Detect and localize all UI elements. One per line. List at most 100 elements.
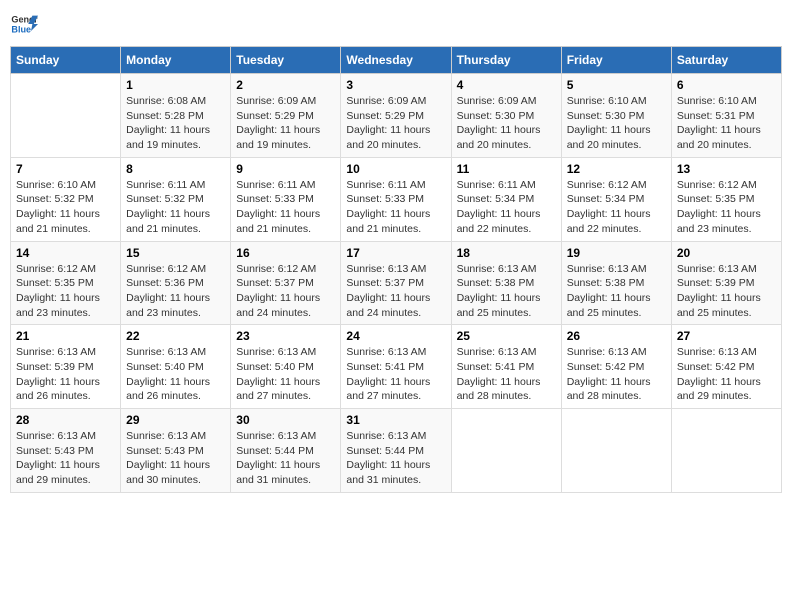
day-info: Sunrise: 6:13 AM Sunset: 5:39 PM Dayligh… — [16, 345, 115, 404]
svg-text:Blue: Blue — [11, 24, 31, 34]
day-number: 25 — [457, 329, 556, 343]
day-number: 20 — [677, 246, 776, 260]
calendar-table: SundayMondayTuesdayWednesdayThursdayFrid… — [10, 46, 782, 493]
day-info: Sunrise: 6:13 AM Sunset: 5:40 PM Dayligh… — [126, 345, 225, 404]
calendar-cell: 2 Sunrise: 6:09 AM Sunset: 5:29 PM Daylig… — [231, 74, 341, 158]
calendar-cell: 5 Sunrise: 6:10 AM Sunset: 5:30 PM Daylig… — [561, 74, 671, 158]
day-info: Sunrise: 6:13 AM Sunset: 5:39 PM Dayligh… — [677, 262, 776, 321]
calendar-cell: 1 Sunrise: 6:08 AM Sunset: 5:28 PM Daylig… — [121, 74, 231, 158]
day-info: Sunrise: 6:09 AM Sunset: 5:29 PM Dayligh… — [346, 94, 445, 153]
day-info: Sunrise: 6:08 AM Sunset: 5:28 PM Dayligh… — [126, 94, 225, 153]
day-number: 7 — [16, 162, 115, 176]
day-header-tuesday: Tuesday — [231, 47, 341, 74]
week-row-2: 7 Sunrise: 6:10 AM Sunset: 5:32 PM Daylig… — [11, 157, 782, 241]
calendar-cell — [11, 74, 121, 158]
day-number: 4 — [457, 78, 556, 92]
day-info: Sunrise: 6:13 AM Sunset: 5:42 PM Dayligh… — [567, 345, 666, 404]
calendar-cell: 12Sunrise: 6:12 AM Sunset: 5:34 PM Dayli… — [561, 157, 671, 241]
day-number: 17 — [346, 246, 445, 260]
calendar-cell: 26 Sunrise: 6:13 AM Sunset: 5:42 PM Dayli… — [561, 325, 671, 409]
calendar-cell: 17Sunrise: 6:13 AM Sunset: 5:37 PM Dayli… — [341, 241, 451, 325]
day-number: 26 — [567, 329, 666, 343]
day-number: 10 — [346, 162, 445, 176]
day-number: 19 — [567, 246, 666, 260]
day-number: 12 — [567, 162, 666, 176]
day-number: 1 — [126, 78, 225, 92]
day-number: 23 — [236, 329, 335, 343]
day-info: Sunrise: 6:13 AM Sunset: 5:38 PM Dayligh… — [457, 262, 556, 321]
day-number: 5 — [567, 78, 666, 92]
day-info: Sunrise: 6:13 AM Sunset: 5:44 PM Dayligh… — [236, 429, 335, 488]
day-number: 31 — [346, 413, 445, 427]
week-row-4: 21 Sunrise: 6:13 AM Sunset: 5:39 PM Dayli… — [11, 325, 782, 409]
calendar-cell: 11Sunrise: 6:11 AM Sunset: 5:34 PM Dayli… — [451, 157, 561, 241]
day-number: 28 — [16, 413, 115, 427]
calendar-cell — [451, 409, 561, 493]
day-number: 3 — [346, 78, 445, 92]
day-number: 22 — [126, 329, 225, 343]
day-header-thursday: Thursday — [451, 47, 561, 74]
day-info: Sunrise: 6:10 AM Sunset: 5:32 PM Dayligh… — [16, 178, 115, 237]
day-info: Sunrise: 6:11 AM Sunset: 5:32 PM Dayligh… — [126, 178, 225, 237]
calendar-cell: 21 Sunrise: 6:13 AM Sunset: 5:39 PM Dayli… — [11, 325, 121, 409]
day-info: Sunrise: 6:10 AM Sunset: 5:30 PM Dayligh… — [567, 94, 666, 153]
day-info: Sunrise: 6:12 AM Sunset: 5:35 PM Dayligh… — [16, 262, 115, 321]
day-info: Sunrise: 6:13 AM Sunset: 5:41 PM Dayligh… — [457, 345, 556, 404]
day-info: Sunrise: 6:13 AM Sunset: 5:43 PM Dayligh… — [16, 429, 115, 488]
day-number: 6 — [677, 78, 776, 92]
day-number: 15 — [126, 246, 225, 260]
calendar-cell: 8Sunrise: 6:11 AM Sunset: 5:32 PM Daylig… — [121, 157, 231, 241]
day-header-friday: Friday — [561, 47, 671, 74]
day-info: Sunrise: 6:12 AM Sunset: 5:35 PM Dayligh… — [677, 178, 776, 237]
logo: General Blue — [10, 10, 38, 38]
calendar-cell: 24Sunrise: 6:13 AM Sunset: 5:41 PM Dayli… — [341, 325, 451, 409]
calendar-cell: 30 Sunrise: 6:13 AM Sunset: 5:44 PM Dayli… — [231, 409, 341, 493]
day-info: Sunrise: 6:11 AM Sunset: 5:33 PM Dayligh… — [236, 178, 335, 237]
day-info: Sunrise: 6:13 AM Sunset: 5:44 PM Dayligh… — [346, 429, 445, 488]
week-row-1: 1 Sunrise: 6:08 AM Sunset: 5:28 PM Daylig… — [11, 74, 782, 158]
calendar-cell: 3 Sunrise: 6:09 AM Sunset: 5:29 PM Daylig… — [341, 74, 451, 158]
calendar-cell: 28 Sunrise: 6:13 AM Sunset: 5:43 PM Dayli… — [11, 409, 121, 493]
day-number: 30 — [236, 413, 335, 427]
day-number: 11 — [457, 162, 556, 176]
day-info: Sunrise: 6:13 AM Sunset: 5:40 PM Dayligh… — [236, 345, 335, 404]
calendar-cell: 16Sunrise: 6:12 AM Sunset: 5:37 PM Dayli… — [231, 241, 341, 325]
calendar-cell: 14Sunrise: 6:12 AM Sunset: 5:35 PM Dayli… — [11, 241, 121, 325]
page-header: General Blue — [10, 10, 782, 38]
day-info: Sunrise: 6:13 AM Sunset: 5:43 PM Dayligh… — [126, 429, 225, 488]
calendar-cell: 22 Sunrise: 6:13 AM Sunset: 5:40 PM Dayli… — [121, 325, 231, 409]
calendar-cell: 13 Sunrise: 6:12 AM Sunset: 5:35 PM Dayli… — [671, 157, 781, 241]
calendar-cell: 18 Sunrise: 6:13 AM Sunset: 5:38 PM Dayli… — [451, 241, 561, 325]
day-number: 27 — [677, 329, 776, 343]
day-info: Sunrise: 6:09 AM Sunset: 5:30 PM Dayligh… — [457, 94, 556, 153]
calendar-cell: 15 Sunrise: 6:12 AM Sunset: 5:36 PM Dayli… — [121, 241, 231, 325]
day-info: Sunrise: 6:13 AM Sunset: 5:41 PM Dayligh… — [346, 345, 445, 404]
day-info: Sunrise: 6:11 AM Sunset: 5:33 PM Dayligh… — [346, 178, 445, 237]
calendar-cell: 6Sunrise: 6:10 AM Sunset: 5:31 PM Daylig… — [671, 74, 781, 158]
day-header-saturday: Saturday — [671, 47, 781, 74]
calendar-cell: 9Sunrise: 6:11 AM Sunset: 5:33 PM Daylig… — [231, 157, 341, 241]
day-header-monday: Monday — [121, 47, 231, 74]
calendar-cell: 27Sunrise: 6:13 AM Sunset: 5:42 PM Dayli… — [671, 325, 781, 409]
day-info: Sunrise: 6:12 AM Sunset: 5:36 PM Dayligh… — [126, 262, 225, 321]
day-header-wednesday: Wednesday — [341, 47, 451, 74]
day-info: Sunrise: 6:09 AM Sunset: 5:29 PM Dayligh… — [236, 94, 335, 153]
calendar-cell: 25 Sunrise: 6:13 AM Sunset: 5:41 PM Dayli… — [451, 325, 561, 409]
calendar-cell: 4 Sunrise: 6:09 AM Sunset: 5:30 PM Daylig… — [451, 74, 561, 158]
day-info: Sunrise: 6:12 AM Sunset: 5:37 PM Dayligh… — [236, 262, 335, 321]
calendar-header-row: SundayMondayTuesdayWednesdayThursdayFrid… — [11, 47, 782, 74]
calendar-cell: 20 Sunrise: 6:13 AM Sunset: 5:39 PM Dayli… — [671, 241, 781, 325]
calendar-cell — [561, 409, 671, 493]
day-number: 2 — [236, 78, 335, 92]
day-number: 21 — [16, 329, 115, 343]
calendar-cell: 31 Sunrise: 6:13 AM Sunset: 5:44 PM Dayli… — [341, 409, 451, 493]
calendar-cell: 29Sunrise: 6:13 AM Sunset: 5:43 PM Dayli… — [121, 409, 231, 493]
calendar-cell: 7 Sunrise: 6:10 AM Sunset: 5:32 PM Daylig… — [11, 157, 121, 241]
week-row-5: 28 Sunrise: 6:13 AM Sunset: 5:43 PM Dayli… — [11, 409, 782, 493]
calendar-cell — [671, 409, 781, 493]
calendar-cell: 23 Sunrise: 6:13 AM Sunset: 5:40 PM Dayli… — [231, 325, 341, 409]
day-number: 18 — [457, 246, 556, 260]
logo-icon: General Blue — [10, 10, 38, 38]
day-number: 13 — [677, 162, 776, 176]
calendar-cell: 10 Sunrise: 6:11 AM Sunset: 5:33 PM Dayli… — [341, 157, 451, 241]
